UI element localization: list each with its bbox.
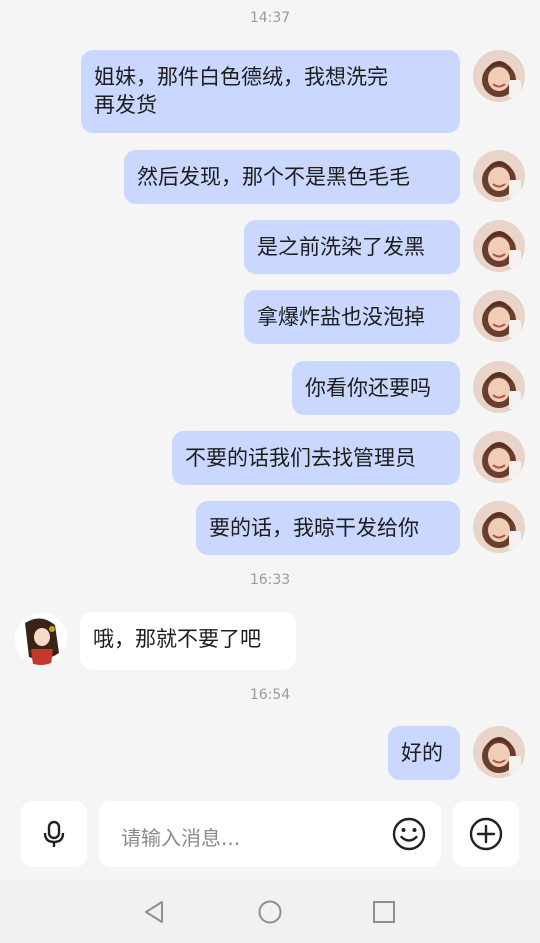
sent-message-bubble[interactable]: 姐妹，那件白色德绒，我想洗完 再发货 bbox=[81, 50, 460, 133]
self-avatar[interactable] bbox=[473, 290, 525, 342]
avatar-photo bbox=[473, 501, 525, 553]
plus-circle-icon bbox=[469, 817, 503, 851]
self-avatar[interactable] bbox=[473, 220, 525, 272]
avatar-photo bbox=[473, 150, 525, 202]
self-avatar[interactable] bbox=[473, 361, 525, 413]
chat-area: 14:37 姐妹，那件白色德绒，我想洗完 再发货 然后发现，那个不是黑色毛毛 是… bbox=[0, 0, 540, 790]
sent-message-bubble[interactable]: 要的话，我晾干发给你 bbox=[196, 501, 460, 555]
sent-message-bubble[interactable]: 拿爆炸盐也没泡掉 bbox=[244, 290, 460, 344]
avatar-photo bbox=[473, 220, 525, 272]
microphone-icon bbox=[43, 820, 65, 847]
avatar-photo bbox=[473, 361, 525, 413]
self-avatar[interactable] bbox=[473, 501, 525, 553]
avatar-illustration bbox=[15, 613, 67, 665]
sent-message-bubble[interactable]: 好的 bbox=[388, 726, 460, 780]
sent-message-bubble[interactable]: 然后发现，那个不是黑色毛毛 bbox=[124, 150, 460, 204]
avatar-photo bbox=[473, 431, 525, 483]
self-avatar[interactable] bbox=[473, 50, 525, 102]
avatar-photo bbox=[473, 50, 525, 102]
sent-message-bubble[interactable]: 不要的话我们去找管理员 bbox=[172, 431, 460, 485]
message-input[interactable]: 请输入消息... bbox=[99, 801, 441, 867]
timestamp: 16:33 bbox=[249, 572, 291, 588]
self-avatar[interactable] bbox=[473, 726, 525, 778]
message-input-placeholder: 请输入消息... bbox=[121, 826, 241, 850]
system-navigation-bar bbox=[0, 880, 540, 943]
timestamp: 16:54 bbox=[249, 687, 291, 703]
received-message-bubble[interactable]: 哦，那就不要了吧 bbox=[80, 612, 296, 670]
voice-button[interactable] bbox=[21, 801, 87, 867]
add-attachment-button[interactable] bbox=[453, 801, 519, 867]
recents-square-icon[interactable] bbox=[370, 898, 398, 926]
sent-message-bubble[interactable]: 你看你还要吗 bbox=[292, 361, 460, 415]
message-input-bar: 请输入消息... bbox=[0, 790, 540, 880]
avatar-photo bbox=[473, 726, 525, 778]
timestamp: 14:37 bbox=[249, 10, 291, 26]
home-circle-icon[interactable] bbox=[256, 898, 284, 926]
self-avatar[interactable] bbox=[473, 431, 525, 483]
smiley-icon[interactable] bbox=[391, 816, 427, 852]
avatar-photo bbox=[473, 290, 525, 342]
self-avatar[interactable] bbox=[473, 150, 525, 202]
contact-avatar[interactable] bbox=[15, 613, 67, 665]
back-triangle-icon[interactable] bbox=[140, 898, 168, 926]
sent-message-bubble[interactable]: 是之前洗染了发黑 bbox=[244, 220, 460, 274]
